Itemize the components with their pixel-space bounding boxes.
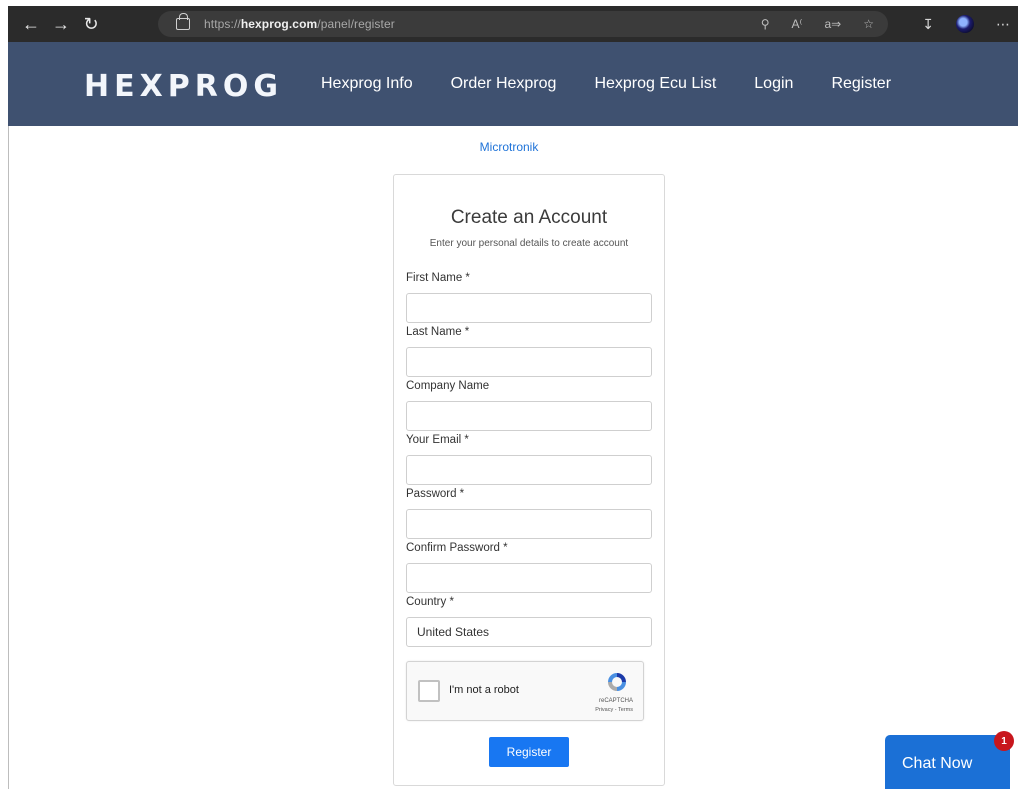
last-name-label: Last Name * xyxy=(406,326,470,338)
confirm-password-label: Confirm Password * xyxy=(406,542,508,554)
first-name-label: First Name * xyxy=(406,272,470,284)
main-nav: Hexprog Info Order Hexprog Hexprog Ecu L… xyxy=(321,42,929,126)
back-icon[interactable]: ← xyxy=(16,9,46,39)
lock-icon[interactable] xyxy=(176,13,190,30)
address-bar[interactable]: https://hexprog.com/panel/register ⚲ A⁽ … xyxy=(158,11,888,37)
recaptcha-checkbox[interactable] xyxy=(418,680,440,702)
page-edge-divider xyxy=(8,126,9,789)
last-name-input[interactable] xyxy=(406,347,652,377)
microtronik-link[interactable]: Microtronik xyxy=(0,140,1018,154)
download-icon[interactable]: ↧ xyxy=(922,16,934,33)
forward-icon[interactable]: → xyxy=(46,9,76,39)
register-button[interactable]: Register xyxy=(489,737,569,767)
menu-icon[interactable]: ⋯ xyxy=(996,16,1010,33)
first-name-input[interactable] xyxy=(406,293,652,323)
translate-icon[interactable]: a⇒ xyxy=(825,17,842,31)
nav-register[interactable]: Register xyxy=(831,75,891,93)
company-name-input[interactable] xyxy=(406,401,652,431)
url-domain: hexprog.com xyxy=(240,17,318,31)
profile-icon[interactable] xyxy=(956,15,974,33)
form-subtitle: Enter your personal details to create ac… xyxy=(429,238,629,249)
chat-notification-badge: 1 xyxy=(994,731,1014,751)
recaptcha-label: I'm not a robot xyxy=(449,684,519,696)
recaptcha-widget: I'm not a robot reCAPTCHA Privacy - Term… xyxy=(406,661,644,721)
nav-hexprog-ecu-list[interactable]: Hexprog Ecu List xyxy=(594,75,716,93)
url-text[interactable]: https://hexprog.com/panel/register xyxy=(204,17,395,31)
email-label: Your Email * xyxy=(406,434,469,446)
site-logo[interactable]: HEXPROG xyxy=(84,69,283,104)
nav-login[interactable]: Login xyxy=(754,75,793,93)
recaptcha-terms-link[interactable]: Privacy - Terms xyxy=(595,707,633,713)
confirm-password-input[interactable] xyxy=(406,563,652,593)
recaptcha-brand: reCAPTCHA xyxy=(598,698,633,704)
browser-toolbar: ← → ↻ https://hexprog.com/panel/register… xyxy=(8,6,1018,42)
recaptcha-logo-icon xyxy=(608,673,626,691)
nav-order-hexprog[interactable]: Order Hexprog xyxy=(451,75,557,93)
url-scheme: https:// xyxy=(204,17,241,31)
chat-now-button[interactable]: Chat Now xyxy=(885,735,1010,789)
company-name-label: Company Name xyxy=(406,380,490,392)
chat-now-label: Chat Now xyxy=(902,755,973,772)
email-input[interactable] xyxy=(406,455,652,485)
password-input[interactable] xyxy=(406,509,652,539)
nav-hexprog-info[interactable]: Hexprog Info xyxy=(321,75,413,93)
url-path: /panel/register xyxy=(317,17,395,31)
site-header: HEXPROG Hexprog Info Order Hexprog Hexpr… xyxy=(8,42,1018,126)
country-label: Country * xyxy=(406,596,454,608)
key-icon[interactable]: ⚲ xyxy=(761,17,770,31)
form-title: Create an Account xyxy=(450,207,608,228)
country-select[interactable] xyxy=(406,617,652,647)
refresh-icon[interactable]: ↻ xyxy=(76,9,106,39)
read-aloud-icon[interactable]: A⁽ xyxy=(792,17,803,31)
password-label: Password * xyxy=(406,488,465,500)
favorites-icon[interactable]: ☆ xyxy=(863,17,874,31)
register-form-card: Create an Account Enter your personal de… xyxy=(393,174,665,786)
